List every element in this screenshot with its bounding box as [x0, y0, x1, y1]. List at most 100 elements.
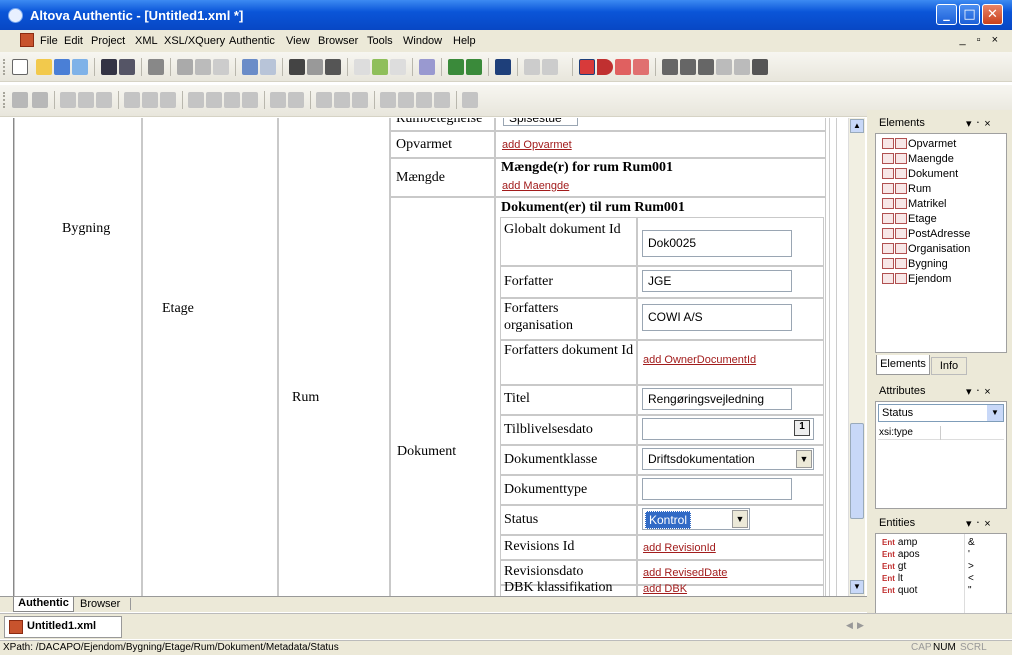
- schema-icon[interactable]: [542, 59, 558, 75]
- attributes-panel-controls[interactable]: ▾ ᛫ ×: [966, 385, 991, 398]
- toolbar-grip[interactable]: [3, 59, 6, 75]
- align-top-icon[interactable]: [316, 92, 332, 108]
- rumbetegnelse-input[interactable]: Spisestue: [503, 118, 578, 126]
- element-item[interactable]: Ejendom: [882, 273, 951, 288]
- find-next-icon[interactable]: [307, 59, 323, 75]
- tab-scroll-right-icon[interactable]: ▶: [857, 620, 864, 631]
- open-url-icon[interactable]: [54, 59, 70, 75]
- paste-icon[interactable]: [213, 59, 229, 75]
- element-item[interactable]: Matrikel: [882, 198, 947, 213]
- insert-table-icon[interactable]: [12, 92, 28, 108]
- small-markup-icon[interactable]: [597, 59, 613, 75]
- delete-column-icon[interactable]: [142, 92, 158, 108]
- split-horizontal-icon[interactable]: [270, 92, 286, 108]
- open-icon[interactable]: [36, 59, 52, 75]
- element-item[interactable]: Etage: [882, 213, 937, 228]
- element-item[interactable]: Organisation: [882, 243, 970, 258]
- table-properties-icon[interactable]: [462, 92, 478, 108]
- replace-icon[interactable]: [325, 59, 341, 75]
- large-markup-icon[interactable]: [615, 59, 631, 75]
- tab-browser[interactable]: Browser: [80, 598, 132, 610]
- calendar-icon[interactable]: 1: [794, 420, 810, 436]
- append-table-row-icon[interactable]: [60, 92, 76, 108]
- new-icon[interactable]: [12, 59, 28, 75]
- menu-window[interactable]: Window: [403, 35, 442, 47]
- redo-icon[interactable]: [260, 59, 276, 75]
- insert-table-row-icon[interactable]: [78, 92, 94, 108]
- add-dbk-link[interactable]: add DBK: [643, 583, 687, 595]
- menu-file[interactable]: File: [40, 35, 58, 47]
- dokumenttype-input[interactable]: [642, 478, 792, 500]
- entity-item[interactable]: Ent apos: [882, 549, 920, 560]
- align-center-icon[interactable]: [334, 92, 350, 108]
- elements-panel-controls[interactable]: ▾ ᛫ ×: [966, 117, 991, 130]
- move-row-up-icon[interactable]: [716, 59, 732, 75]
- scroll-up-icon[interactable]: ▲: [850, 119, 864, 133]
- copy-icon[interactable]: [195, 59, 211, 75]
- scroll-thumb[interactable]: [850, 423, 864, 519]
- tilblivelsesdato-input[interactable]: [642, 418, 814, 440]
- db-save-icon[interactable]: [466, 59, 482, 75]
- add-opvarmet-link[interactable]: add Opvarmet: [502, 139, 572, 151]
- forfatter-input[interactable]: JGE: [642, 270, 792, 292]
- organisation-input[interactable]: COWI A/S: [642, 304, 792, 331]
- bookmark-icon[interactable]: [390, 59, 406, 75]
- menu-tools[interactable]: Tools: [367, 35, 393, 47]
- minimize-button[interactable]: _: [936, 4, 957, 25]
- mdi-controls[interactable]: _ ▫ ×: [959, 34, 1002, 46]
- menu-authentic[interactable]: Authentic: [229, 35, 275, 47]
- titel-input[interactable]: Rengøringsvejledning: [642, 388, 792, 410]
- move-row-down-icon[interactable]: [734, 59, 750, 75]
- reload-icon[interactable]: [72, 59, 88, 75]
- undo-icon[interactable]: [242, 59, 258, 75]
- validate-icon[interactable]: [354, 59, 370, 75]
- print-icon[interactable]: [148, 59, 164, 75]
- status-chevron-down-icon[interactable]: ▼: [732, 510, 748, 528]
- split-vertical-icon[interactable]: [288, 92, 304, 108]
- dokumentklasse-select[interactable]: Driftsdokumentation: [642, 448, 814, 470]
- insert-row-icon[interactable]: [680, 59, 696, 75]
- add-revision-id-link[interactable]: add RevisionId: [643, 542, 716, 554]
- entity-item[interactable]: Ent lt: [882, 573, 903, 584]
- delete-table-icon[interactable]: [32, 92, 48, 108]
- insert-column-icon[interactable]: [124, 92, 140, 108]
- tab-info[interactable]: Info: [931, 357, 967, 375]
- save-all-icon[interactable]: [119, 59, 135, 75]
- align-right-icon[interactable]: [416, 92, 432, 108]
- element-item[interactable]: Dokument: [882, 168, 958, 183]
- grid-view-icon[interactable]: [495, 59, 511, 75]
- align-left-icon[interactable]: [380, 92, 396, 108]
- delete-row-table-icon[interactable]: [160, 92, 176, 108]
- chevron-down-icon[interactable]: ▼: [987, 405, 1003, 421]
- chevron-down-icon[interactable]: ▼: [796, 450, 812, 468]
- menu-xsl-xquery[interactable]: XSL/XQuery: [164, 35, 225, 47]
- cut-icon[interactable]: [177, 59, 193, 75]
- justify-icon[interactable]: [434, 92, 450, 108]
- document-scrollbar[interactable]: ▲ ▼: [848, 118, 865, 596]
- append-column-icon[interactable]: [96, 92, 112, 108]
- save-icon[interactable]: [101, 59, 117, 75]
- element-item[interactable]: Rum: [882, 183, 931, 198]
- menu-view[interactable]: View: [286, 35, 310, 47]
- join-left-icon[interactable]: [188, 92, 204, 108]
- tab-authentic[interactable]: Authentic: [13, 597, 74, 612]
- scroll-down-icon[interactable]: ▼: [850, 580, 864, 594]
- check-wellformed-icon[interactable]: [372, 59, 388, 75]
- spelling-icon[interactable]: [419, 59, 435, 75]
- append-row-icon[interactable]: [662, 59, 678, 75]
- entity-item[interactable]: Ent quot: [882, 585, 917, 596]
- align-center-text-icon[interactable]: [398, 92, 414, 108]
- element-item[interactable]: Bygning: [882, 258, 948, 273]
- align-bottom-icon[interactable]: [352, 92, 368, 108]
- show-markup-icon[interactable]: [579, 59, 595, 75]
- entity-item[interactable]: Ent amp: [882, 537, 917, 548]
- tab-scroll-left-icon[interactable]: ◀: [846, 620, 853, 631]
- menu-browser[interactable]: Browser: [318, 35, 358, 47]
- entities-panel-controls[interactable]: ▾ ᛫ ×: [966, 517, 991, 530]
- add-maengde-link[interactable]: add Maengde: [502, 180, 569, 192]
- menu-help[interactable]: Help: [453, 35, 476, 47]
- join-right-icon[interactable]: [206, 92, 222, 108]
- find-icon[interactable]: [289, 59, 305, 75]
- menu-xml[interactable]: XML: [135, 35, 158, 47]
- add-owner-document-id-link[interactable]: add OwnerDocumentId: [643, 354, 756, 366]
